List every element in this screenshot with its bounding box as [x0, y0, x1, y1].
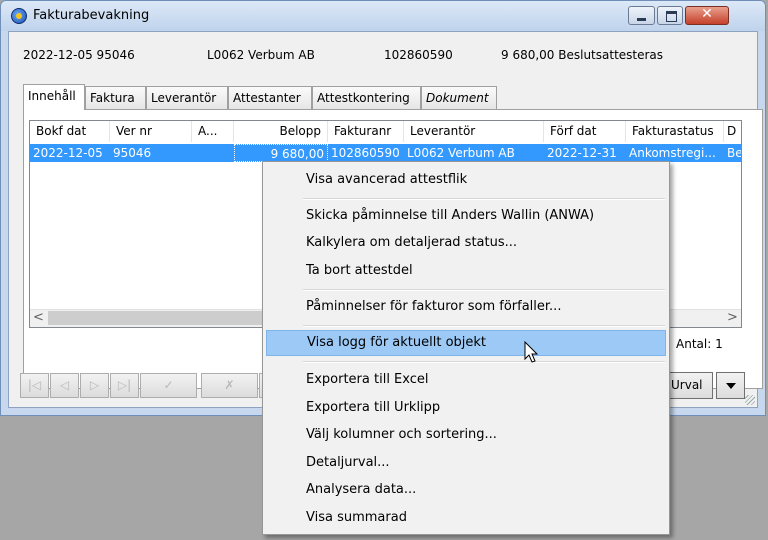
info-amount-status: 9 680,00 Beslutsattesteras	[501, 48, 664, 62]
previous-record-button[interactable]: ◁	[50, 373, 79, 398]
menu-separator	[303, 289, 665, 291]
close-icon: ✕	[701, 6, 713, 22]
info-supplier: L0062 Verbum AB	[207, 48, 315, 62]
first-record-icon: |◁	[27, 378, 42, 392]
last-record-button[interactable]: ▷|	[110, 373, 139, 398]
menu-separator	[303, 198, 665, 200]
cell-forf-dat: 2022-12-31	[547, 146, 617, 160]
menu-item-visa-logg[interactable]: Visa logg för aktuellt objekt	[266, 330, 666, 356]
menu-item-visa-summarad[interactable]: Visa summarad	[266, 505, 666, 531]
tab-dokument[interactable]: Dokument	[421, 86, 497, 109]
column-header-belopp[interactable]: Belopp	[234, 121, 328, 142]
menu-item-valj-kolumner[interactable]: Välj kolumner och sortering...	[266, 422, 666, 448]
menu-separator	[303, 361, 665, 363]
context-menu: Visa avancerad attestflik Skicka påminne…	[262, 161, 670, 535]
app-logo-icon	[11, 8, 27, 24]
column-header-fakturanr[interactable]: Fakturanr	[328, 121, 404, 142]
column-header-d[interactable]: D	[724, 121, 741, 142]
title-bar[interactable]: Fakturabevakning ✕	[1, 1, 765, 31]
first-record-button[interactable]: |◁	[20, 373, 49, 398]
close-button[interactable]: ✕	[685, 6, 729, 25]
menu-item-detaljurval[interactable]: Detaljurval...	[266, 450, 666, 476]
menu-item-analysera-data[interactable]: Analysera data...	[266, 477, 666, 503]
table-row[interactable]: 2022-12-05 95046 9 680,00 102860590 L006…	[30, 144, 741, 162]
tab-faktura[interactable]: Faktura	[85, 86, 146, 109]
menu-item-exportera-excel[interactable]: Exportera till Excel	[266, 367, 666, 393]
window-title: Fakturabevakning	[33, 8, 150, 23]
menu-item-exportera-urklipp[interactable]: Exportera till Urklipp	[266, 395, 666, 421]
menu-item-ta-bort-attestdel[interactable]: Ta bort attestdel	[266, 258, 666, 284]
tab-attestkontering[interactable]: Attestkontering	[312, 86, 421, 109]
row-count-label: Antal: 1	[676, 337, 723, 351]
cell-a	[192, 144, 234, 162]
tab-innehall[interactable]: Innehåll	[23, 84, 85, 110]
reject-button[interactable]: ✗	[201, 373, 258, 398]
next-record-button[interactable]: ▷	[80, 373, 109, 398]
menu-separator	[303, 325, 665, 327]
approve-button[interactable]: ✓	[140, 373, 197, 398]
cell-fakturanr: 102860590	[331, 146, 400, 160]
cell-bokf-dat: 2022-12-05	[33, 146, 103, 160]
info-invoice-number: 102860590	[384, 48, 453, 62]
menu-item-kalkylera-status[interactable]: Kalkylera om detaljerad status...	[266, 230, 666, 256]
cell-fakturastatus: Ankomstregi...	[629, 146, 716, 160]
cell-leverantor: L0062 Verbum AB	[407, 146, 515, 160]
column-header-ver-nr[interactable]: Ver nr	[110, 121, 192, 142]
resize-grip-icon[interactable]	[745, 395, 755, 405]
info-date-voucher: 2022-12-05 95046	[23, 48, 135, 62]
scroll-left-icon[interactable]: <	[30, 310, 47, 327]
tab-attestanter[interactable]: Attestanter	[228, 86, 312, 109]
menu-item-paminnelser-forfaller[interactable]: Påminnelser för fakturor som förfaller..…	[266, 294, 666, 320]
reject-icon: ✗	[224, 378, 235, 392]
cell-belopp: 9 680,00	[234, 144, 328, 162]
last-record-icon: ▷|	[117, 378, 132, 392]
checkmark-icon: ✓	[163, 378, 174, 392]
menu-item-visa-avancerad-attestflik[interactable]: Visa avancerad attestflik	[266, 167, 666, 193]
tab-leverantor[interactable]: Leverantör	[146, 86, 228, 109]
scroll-thumb[interactable]	[48, 311, 268, 325]
minimize-button[interactable]	[628, 6, 655, 25]
column-header-forf-dat[interactable]: Förf dat	[544, 121, 626, 142]
maximize-button[interactable]	[657, 6, 683, 25]
column-header-fakturastatus[interactable]: Fakturastatus	[626, 121, 724, 142]
column-header-bokf-dat[interactable]: Bokf dat	[30, 121, 110, 142]
previous-icon: ◁	[59, 378, 70, 392]
next-icon: ▷	[89, 378, 100, 392]
cell-ver-nr: 95046	[113, 146, 152, 160]
urval-dropdown-button[interactable]	[716, 372, 745, 399]
mouse-cursor-icon	[524, 341, 539, 363]
column-header-a[interactable]: A...	[192, 121, 234, 142]
column-header-leverantor[interactable]: Leverantör	[404, 121, 544, 142]
menu-item-skicka-paminnelse[interactable]: Skicka påminnelse till Anders Wallin (AN…	[266, 203, 666, 229]
scroll-right-icon[interactable]: >	[724, 310, 741, 327]
cell-d: Be	[727, 146, 741, 160]
